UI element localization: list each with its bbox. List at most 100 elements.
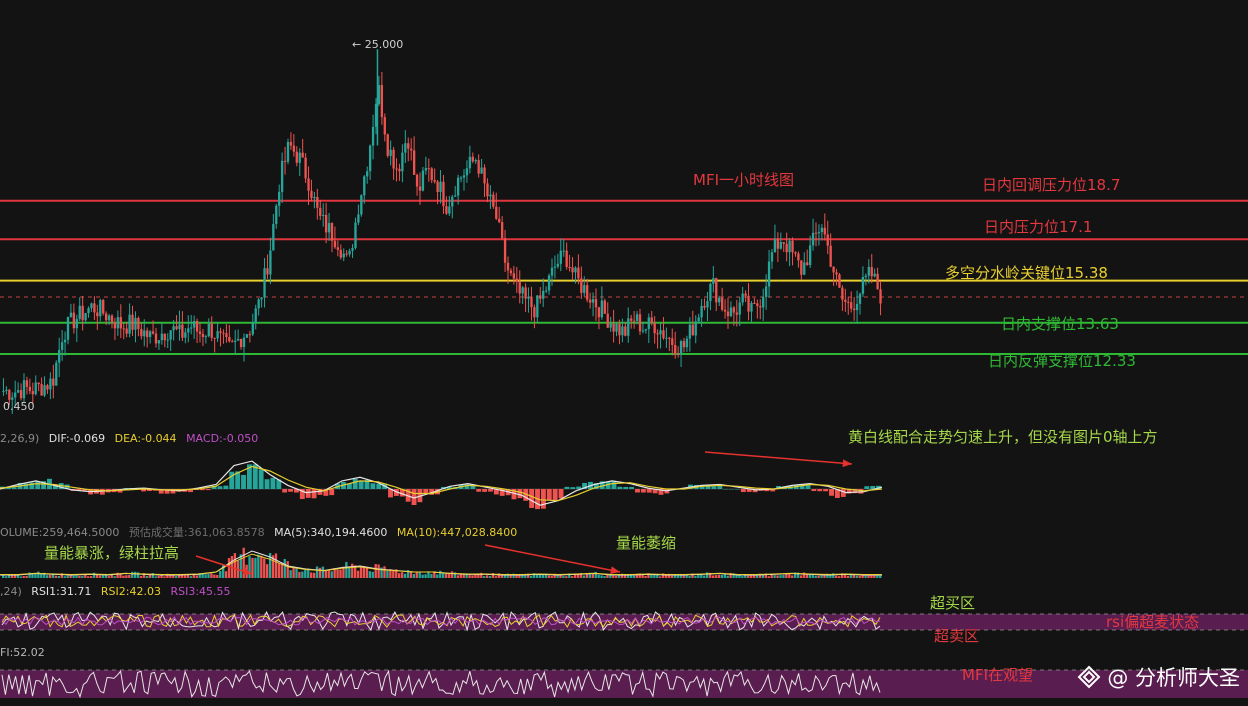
candle-body <box>794 252 797 254</box>
volume-bar <box>799 575 803 578</box>
candle-body <box>424 168 428 171</box>
candle-body <box>700 305 703 318</box>
candle-body <box>498 218 501 223</box>
volume-bar <box>37 571 40 578</box>
candle-body <box>750 302 753 312</box>
volume-bar <box>530 575 533 578</box>
volume-bar <box>207 573 210 578</box>
candle-body <box>213 337 216 339</box>
candle-body <box>506 262 510 271</box>
volume-bar <box>4 576 8 578</box>
volume-bar <box>571 576 574 578</box>
volume-bar <box>54 575 58 578</box>
macd-hist-bar <box>558 489 564 499</box>
candle-body <box>741 293 744 303</box>
candle-body <box>69 312 73 317</box>
volume-bar <box>95 575 99 578</box>
candle-body <box>269 250 272 275</box>
volume-bar <box>676 575 679 578</box>
candle-body <box>154 333 158 344</box>
candle-body <box>606 313 609 328</box>
volume-annotation-right: 量能萎缩 <box>616 534 677 552</box>
candle-body <box>404 143 407 153</box>
candle-body <box>533 307 536 318</box>
candle-body <box>421 170 425 191</box>
volume-bar <box>879 575 882 578</box>
candle-body <box>451 196 454 207</box>
candle-body <box>392 149 395 169</box>
volume-bar <box>424 574 427 578</box>
candle-body <box>143 330 146 337</box>
candle-body <box>624 326 627 336</box>
candle-body <box>638 314 642 332</box>
volume-bar <box>324 570 327 578</box>
candle-body <box>313 196 316 199</box>
level-label-4: 日内反弹支撑位12.33 <box>988 352 1136 370</box>
volume-bar <box>348 566 351 578</box>
candle-body <box>5 389 8 391</box>
volume-bar <box>57 576 61 578</box>
candle-body <box>738 302 741 315</box>
macd-hist-bar <box>352 478 358 489</box>
volume-bar <box>154 576 157 578</box>
candle-body <box>539 295 542 299</box>
candle-body <box>820 227 824 233</box>
candle-body <box>363 176 366 196</box>
volume-bar <box>257 554 260 578</box>
volume-bar <box>90 576 93 578</box>
candle-body <box>785 243 788 253</box>
volume-bar <box>251 557 254 578</box>
candle-body <box>251 322 254 335</box>
candle-body <box>301 152 304 158</box>
volume-bar <box>345 561 348 578</box>
candle-body <box>627 318 630 336</box>
volume-bar <box>254 557 257 578</box>
candle-body <box>78 305 81 320</box>
volume-bar <box>374 564 377 578</box>
candle-body <box>339 249 342 258</box>
candle-body <box>594 299 598 308</box>
candle-body <box>729 307 733 317</box>
volume-bar <box>644 575 647 578</box>
candle-body <box>691 324 694 336</box>
volume-bar <box>659 576 662 578</box>
macd-hist-bar <box>358 480 364 489</box>
candle-body <box>371 126 375 146</box>
volume-bar <box>283 558 286 578</box>
volume-bar <box>321 566 325 578</box>
candle-body <box>14 392 17 398</box>
volume-bar <box>239 554 242 578</box>
candle-body <box>348 250 351 255</box>
volume-bar <box>339 569 342 578</box>
candle-body <box>216 331 219 339</box>
macd-hist-bar <box>711 486 717 489</box>
candle-body <box>275 205 278 225</box>
volume-bar <box>518 575 521 578</box>
volume-bar <box>494 576 498 578</box>
candle-body <box>826 234 829 246</box>
volume-bar <box>779 575 782 578</box>
candle-body <box>732 307 736 313</box>
candle-body <box>330 222 334 241</box>
candle-body <box>263 268 266 298</box>
candle-body <box>198 331 202 334</box>
macd-hist-bar <box>617 486 623 489</box>
volume-bar <box>81 575 84 578</box>
candle-body <box>477 160 480 174</box>
candle-body <box>310 190 313 199</box>
candle-body <box>870 266 873 277</box>
candle-body <box>195 321 199 332</box>
candle-body <box>87 308 90 314</box>
volume-bar <box>591 573 594 578</box>
volume-bar <box>48 575 52 578</box>
candle-body <box>753 302 756 304</box>
candle-body <box>28 386 32 392</box>
candle-body <box>439 181 442 192</box>
volume-bar <box>430 573 433 578</box>
candle-body <box>682 341 686 348</box>
volume-bar <box>163 576 166 578</box>
candle-body <box>574 267 577 273</box>
candle-body <box>289 141 293 146</box>
volume-bar <box>846 575 850 578</box>
candle-body <box>536 295 539 318</box>
